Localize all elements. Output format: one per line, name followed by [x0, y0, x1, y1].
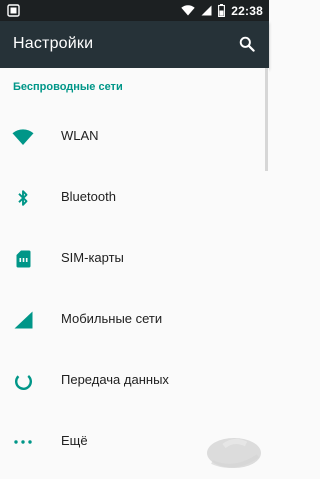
settings-item-label: Bluetooth: [61, 189, 116, 204]
settings-item-label: Ещё: [61, 433, 88, 448]
settings-item-label: WLAN: [61, 128, 99, 143]
settings-item-data-usage[interactable]: Передача данных: [0, 350, 265, 411]
signal-icon: [11, 308, 35, 332]
sim-card-icon: [11, 247, 35, 271]
settings-list[interactable]: Беспроводные сети WLAN Bluetooth SIM-кар…: [0, 68, 269, 479]
settings-item-label: Передача данных: [61, 372, 169, 387]
page-title: Настройки: [13, 35, 94, 52]
data-usage-icon: [11, 369, 35, 393]
app-bar: Настройки: [0, 21, 269, 68]
bluetooth-icon: [11, 186, 35, 210]
search-button[interactable]: [236, 33, 258, 55]
status-bar: 22:38: [0, 0, 269, 21]
settings-item-bluetooth[interactable]: Bluetooth: [0, 167, 265, 228]
watermark-logo: [207, 438, 261, 468]
battery-icon: [218, 4, 226, 17]
notification-icon: [7, 4, 20, 17]
settings-item-mobile[interactable]: Мобильные сети: [0, 289, 265, 350]
wifi-status-icon: [181, 5, 195, 16]
settings-item-sim[interactable]: SIM-карты: [0, 228, 265, 289]
more-icon: [11, 430, 35, 454]
settings-item-label: Мобильные сети: [61, 311, 163, 326]
settings-item-label: SIM-карты: [61, 250, 124, 265]
signal-status-icon: [201, 5, 212, 16]
scrollbar[interactable]: [265, 68, 268, 171]
wifi-icon: [11, 125, 35, 149]
status-icons: 22:38: [181, 0, 263, 21]
section-header: Беспроводные сети: [13, 81, 123, 93]
settings-item-wlan[interactable]: WLAN: [0, 106, 265, 167]
search-icon: [239, 36, 255, 52]
status-time: 22:38: [231, 3, 263, 18]
